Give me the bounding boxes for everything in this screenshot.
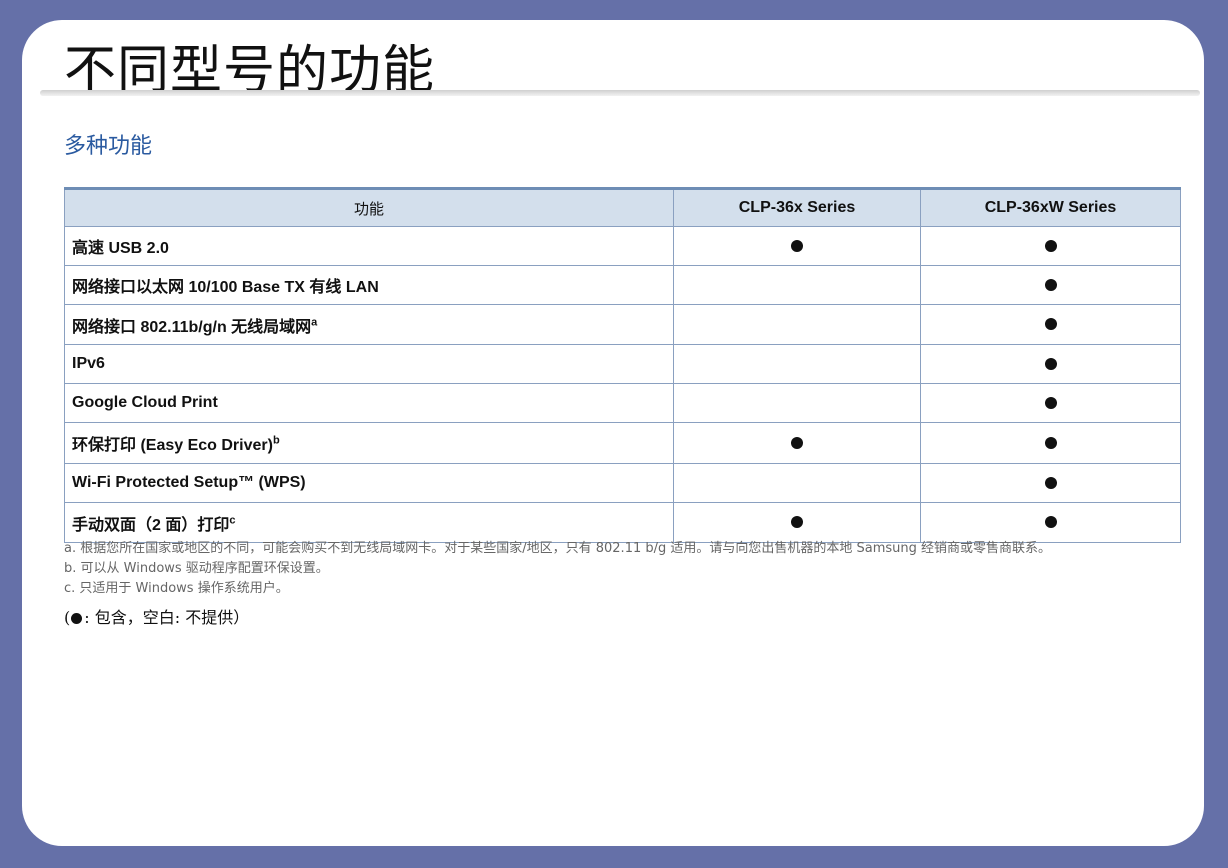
support-cell-clp36xw <box>920 383 1181 423</box>
footnotes: a. 根据您所在国家或地区的不同，可能会购买不到无线局域网卡。对于某些国家/地区… <box>64 539 1194 599</box>
feature-label: 网络接口 802.11b/g/n 无线局域网 <box>72 318 312 336</box>
feature-cell: Google Cloud Print <box>64 383 674 423</box>
header-clp36x: CLP-36x Series <box>673 188 921 227</box>
table-row: 高速 USB 2.0 <box>64 226 1181 266</box>
feature-label: 环保打印 (Easy Eco Driver) <box>72 437 273 454</box>
title-divider <box>40 90 1200 96</box>
support-cell-clp36xw <box>920 265 1181 305</box>
feature-table: 功能 CLP-36x Series CLP-36xW Series 高速 USB… <box>64 187 1181 543</box>
support-cell-clp36x <box>673 502 921 543</box>
feature-cell: IPv6 <box>64 344 674 384</box>
supported-dot-icon <box>1044 516 1057 529</box>
footnote-a: a. 根据您所在国家或地区的不同，可能会购买不到无线局域网卡。对于某些国家/地区… <box>64 541 1052 556</box>
supported-dot-icon <box>1044 436 1057 449</box>
support-cell-clp36xw <box>920 422 1181 464</box>
table-row: Google Cloud Print <box>64 383 1181 423</box>
feature-cell: Wi-Fi Protected Setup™ (WPS) <box>64 463 674 503</box>
support-cell-clp36x <box>673 344 921 384</box>
feature-cell: 网络接口以太网 10/100 Base TX 有线 LAN <box>64 265 674 305</box>
table-row: IPv6 <box>64 344 1181 384</box>
table-header-row: 功能 CLP-36x Series CLP-36xW Series <box>64 188 1181 227</box>
supported-dot-icon <box>1044 396 1057 409</box>
footnote-ref: a <box>311 316 318 329</box>
page-card: 不同型号的功能 多种功能 功能 CLP-36x Series CLP-36xW … <box>22 20 1204 846</box>
supported-dot-icon <box>791 239 803 252</box>
supported-dot-icon <box>1044 239 1057 252</box>
support-cell-clp36x <box>673 226 921 266</box>
section-title: 多种功能 <box>64 134 153 159</box>
legend-open: ( <box>64 608 71 627</box>
table-row: 手动双面（2 面）打印c <box>64 502 1181 543</box>
feature-label: Wi-Fi Protected Setup™ (WPS) <box>72 474 306 491</box>
supported-dot-icon <box>1044 278 1057 291</box>
supported-dot-icon <box>1044 318 1057 331</box>
header-clp36xw: CLP-36xW Series <box>920 188 1181 227</box>
footnote-b: b. 可以从 Windows 驱动程序配置环保设置。 <box>64 561 329 576</box>
footnote-ref: c <box>229 514 236 527</box>
feature-cell: 环保打印 (Easy Eco Driver)b <box>64 422 674 464</box>
legend: ( : 包含，空白: 不提供） <box>64 604 249 628</box>
supported-dot-icon <box>791 436 803 449</box>
feature-label: 手动双面（2 面）打印 <box>72 516 230 534</box>
support-cell-clp36x <box>673 463 921 503</box>
feature-label: Google Cloud Print <box>72 394 218 411</box>
support-cell-clp36xw <box>920 304 1181 345</box>
feature-label: 网络接口以太网 10/100 Base TX 有线 LAN <box>72 279 379 296</box>
support-cell-clp36xw <box>920 226 1181 266</box>
table-row: 网络接口以太网 10/100 Base TX 有线 LAN <box>64 265 1181 305</box>
feature-cell: 网络接口 802.11b/g/n 无线局域网a <box>64 304 674 345</box>
support-cell-clp36x <box>673 304 921 345</box>
footnote-c: c. 只适用于 Windows 操作系统用户。 <box>64 581 289 596</box>
supported-dot-icon <box>1044 357 1057 370</box>
support-cell-clp36xw <box>920 344 1181 384</box>
support-cell-clp36x <box>673 265 921 305</box>
footnote-ref: b <box>272 434 280 447</box>
feature-cell: 高速 USB 2.0 <box>64 226 674 266</box>
support-cell-clp36x <box>673 422 921 464</box>
table-row: 网络接口 802.11b/g/n 无线局域网a <box>64 304 1181 345</box>
header-feature: 功能 <box>64 188 674 227</box>
supported-dot-icon <box>1044 476 1057 489</box>
table-row: 环保打印 (Easy Eco Driver)b <box>64 422 1181 464</box>
feature-label: IPv6 <box>72 355 105 372</box>
feature-label: 高速 USB 2.0 <box>72 240 169 257</box>
support-cell-clp36xw <box>920 463 1181 503</box>
feature-cell: 手动双面（2 面）打印c <box>64 502 674 543</box>
legend-text: : 包含，空白: 不提供） <box>84 608 250 627</box>
bullet-icon <box>71 613 83 624</box>
support-cell-clp36xw <box>920 502 1181 543</box>
table-body: 高速 USB 2.0 网络接口以太网 10/100 Base TX 有线 LAN 网… <box>64 226 1181 543</box>
table-row: Wi-Fi Protected Setup™ (WPS) <box>64 463 1181 503</box>
support-cell-clp36x <box>673 383 921 423</box>
supported-dot-icon <box>791 516 803 529</box>
